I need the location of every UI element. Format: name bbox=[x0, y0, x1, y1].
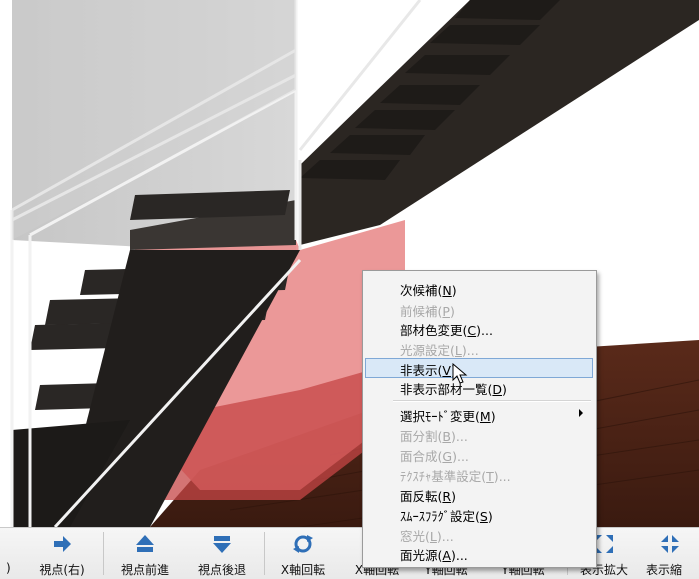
menu-item-label: 選択ﾓｰﾄﾞ変更(M) bbox=[400, 409, 496, 424]
menu-item-label: ﾃｸｽﾁｬ基準設定(T)... bbox=[400, 469, 511, 484]
view-right-button[interactable]: 視点(右) bbox=[24, 528, 100, 579]
view-backward-button[interactable]: 視点後退 bbox=[184, 528, 260, 579]
toolbar-label: 視点後退 bbox=[197, 563, 246, 577]
menu-item-light-settings[interactable]: 光源設定(L)... bbox=[365, 338, 593, 358]
menu-item-label: 面合成(G)... bbox=[400, 449, 469, 464]
menu-item-label: 次候補(N) bbox=[400, 283, 457, 298]
view-forward-button[interactable]: 視点前進 bbox=[106, 528, 184, 579]
arrow-up-icon bbox=[136, 535, 154, 552]
menu-separator bbox=[393, 400, 591, 402]
arrow-right-icon bbox=[54, 536, 71, 552]
toolbar-separator bbox=[103, 532, 104, 575]
menu-item-next-candidate[interactable]: 次候補(N) bbox=[365, 278, 593, 298]
menu-item-change-color[interactable]: 部材色変更(C)... bbox=[365, 318, 593, 338]
menu-item-texture-base[interactable]: ﾃｸｽﾁｬ基準設定(T)... bbox=[365, 464, 593, 484]
menu-item-area-light[interactable]: 面光源(A)... bbox=[365, 543, 593, 563]
menu-item-label: 面反転(R) bbox=[400, 489, 456, 504]
rotate-x-icon bbox=[293, 535, 313, 553]
menu-item-prev-candidate[interactable]: 前候補(P) bbox=[365, 299, 593, 319]
context-menu: 次候補(N) 前候補(P) 部材色変更(C)... 光源設定(L)... 非表示… bbox=[362, 270, 597, 568]
menu-item-smooth-flag[interactable]: ｽﾑｰｽﾌﾗｸﾞ設定(S) bbox=[365, 504, 593, 524]
toolbar-label: 視点前進 bbox=[120, 563, 169, 577]
toolbar-label: ) bbox=[6, 561, 11, 575]
toolbar-label: 表示縮 bbox=[646, 563, 683, 577]
zoom-out-icon bbox=[660, 535, 679, 553]
menu-item-window-light[interactable]: 窓光(L)... bbox=[365, 524, 593, 544]
menu-item-label: ｽﾑｰｽﾌﾗｸﾞ設定(S) bbox=[400, 509, 493, 524]
menu-item-selection-mode[interactable]: 選択ﾓｰﾄﾞ変更(M) bbox=[365, 404, 593, 424]
mouse-cursor-icon bbox=[452, 363, 468, 384]
menu-item-hidden-list[interactable]: 非表示部材一覧(D) bbox=[365, 377, 593, 397]
submenu-arrow-icon bbox=[579, 409, 583, 417]
zoom-out-button[interactable]: 表示縮 bbox=[640, 528, 699, 579]
toolbar-label: 視点(右) bbox=[39, 563, 85, 577]
menu-item-hide[interactable]: 非表示(V) bbox=[365, 358, 593, 378]
menu-item-label: 部材色変更(C)... bbox=[400, 323, 493, 338]
menu-item-merge-face[interactable]: 面合成(G)... bbox=[365, 444, 593, 464]
toolbar-button-partial[interactable]: ) bbox=[0, 528, 22, 579]
toolbar-label: X軸回転 bbox=[280, 563, 326, 577]
menu-item-label: 光源設定(L)... bbox=[400, 343, 479, 358]
menu-item-flip-face[interactable]: 面反転(R) bbox=[365, 484, 593, 504]
arrow-down-icon bbox=[213, 536, 231, 553]
menu-item-split-face[interactable]: 面分割(B)... bbox=[365, 424, 593, 444]
rotate-x-button[interactable]: X軸回転 bbox=[267, 528, 339, 579]
toolbar-separator bbox=[264, 532, 265, 575]
menu-item-label: 面分割(B)... bbox=[400, 429, 468, 444]
menu-item-label: 面光源(A)... bbox=[400, 548, 468, 563]
